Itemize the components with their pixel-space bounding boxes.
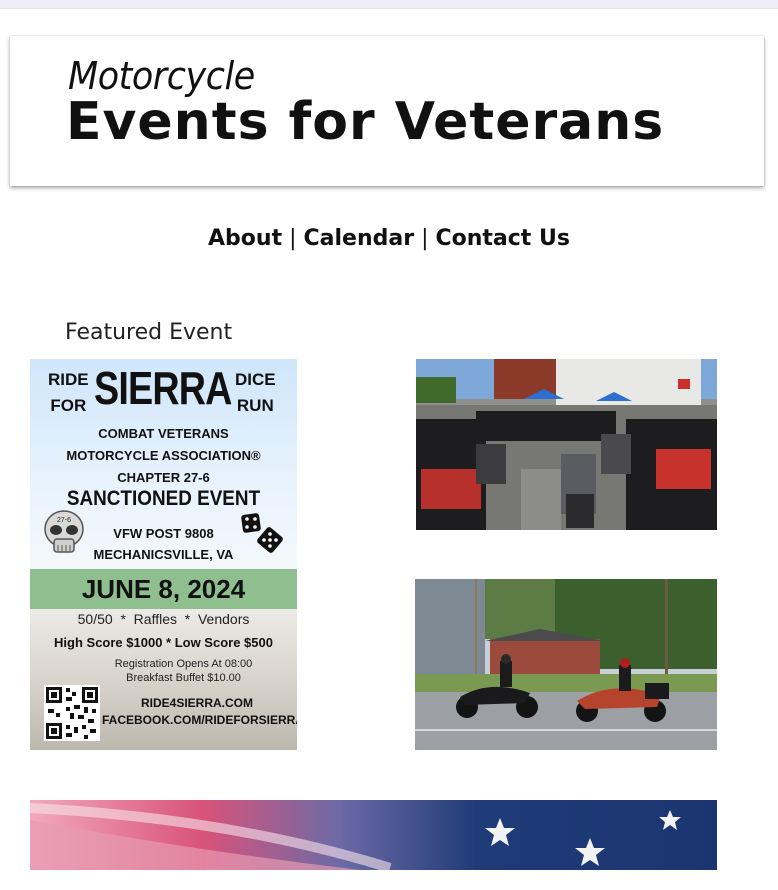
- poster-registration: Registration Opens At 08:00 Breakfast Bu…: [30, 657, 297, 685]
- event-photo-parked-motorcycles[interactable]: [416, 359, 717, 530]
- site-title: Events for Veterans: [66, 92, 665, 152]
- qr-code-icon: [44, 685, 100, 741]
- flag-banner-image: [30, 800, 717, 870]
- poster-dice-run: DICE RUN: [235, 367, 276, 419]
- poster-registration-line: Registration Opens At 08:00: [114, 658, 253, 670]
- nav-separator: |: [282, 226, 304, 251]
- poster-name: SIERRA: [94, 362, 232, 414]
- poster-facebook: FACEBOOK.COM/RIDEFORSIERRA: [102, 713, 297, 727]
- poster-scores: High Score $1000 * Low Score $500: [54, 635, 273, 650]
- browser-top-strip: [0, 0, 778, 9]
- poster-venue-line: VFW POST 9808: [113, 526, 214, 541]
- nav-about-link[interactable]: About: [208, 226, 282, 251]
- poster-ride-text: RIDE: [48, 370, 89, 389]
- nav-contact-link[interactable]: Contact Us: [435, 226, 569, 251]
- event-photo-riders[interactable]: [415, 579, 717, 750]
- nav-calendar-link[interactable]: Calendar: [304, 226, 415, 251]
- poster-dice-text: DICE: [235, 370, 276, 389]
- poster-org-line: CHAPTER 27-6: [117, 470, 210, 485]
- poster-venue-line: MECHANICSVILLE, VA: [93, 547, 234, 562]
- poster-website: RIDE4SIERRA.COM: [140, 696, 253, 710]
- event-poster[interactable]: RIDE FOR SIERRA DICE RUN COMBAT VETERANS…: [30, 359, 297, 750]
- poster-run-text: RUN: [236, 396, 274, 415]
- site-header: Motorcycle Events for Veterans: [10, 36, 764, 186]
- featured-event-heading: Featured Event: [65, 320, 233, 345]
- poster-org-line: MOTORCYCLE ASSOCIATION®: [66, 448, 261, 463]
- poster-org-line: COMBAT VETERANS: [98, 426, 229, 441]
- poster-extras: 50/50 * Raffles * Vendors: [77, 611, 250, 627]
- main-nav: About | Calendar | Contact Us: [0, 226, 778, 251]
- poster-venue: VFW POST 9808 MECHANICSVILLE, VA: [30, 523, 297, 565]
- poster-sanctioned: SANCTIONED EVENT: [66, 487, 261, 510]
- poster-ride-for: RIDE FOR: [48, 367, 89, 419]
- poster-links: RIDE4SIERRA.COM FACEBOOK.COM/RIDEFORSIER…: [102, 695, 297, 729]
- nav-separator: |: [414, 226, 436, 251]
- poster-organization: COMBAT VETERANS MOTORCYCLE ASSOCIATION® …: [30, 423, 297, 489]
- poster-date: JUNE 8, 2024: [30, 569, 297, 609]
- poster-breakfast-line: Breakfast Buffet $10.00: [126, 672, 241, 684]
- poster-for-text: FOR: [50, 396, 87, 415]
